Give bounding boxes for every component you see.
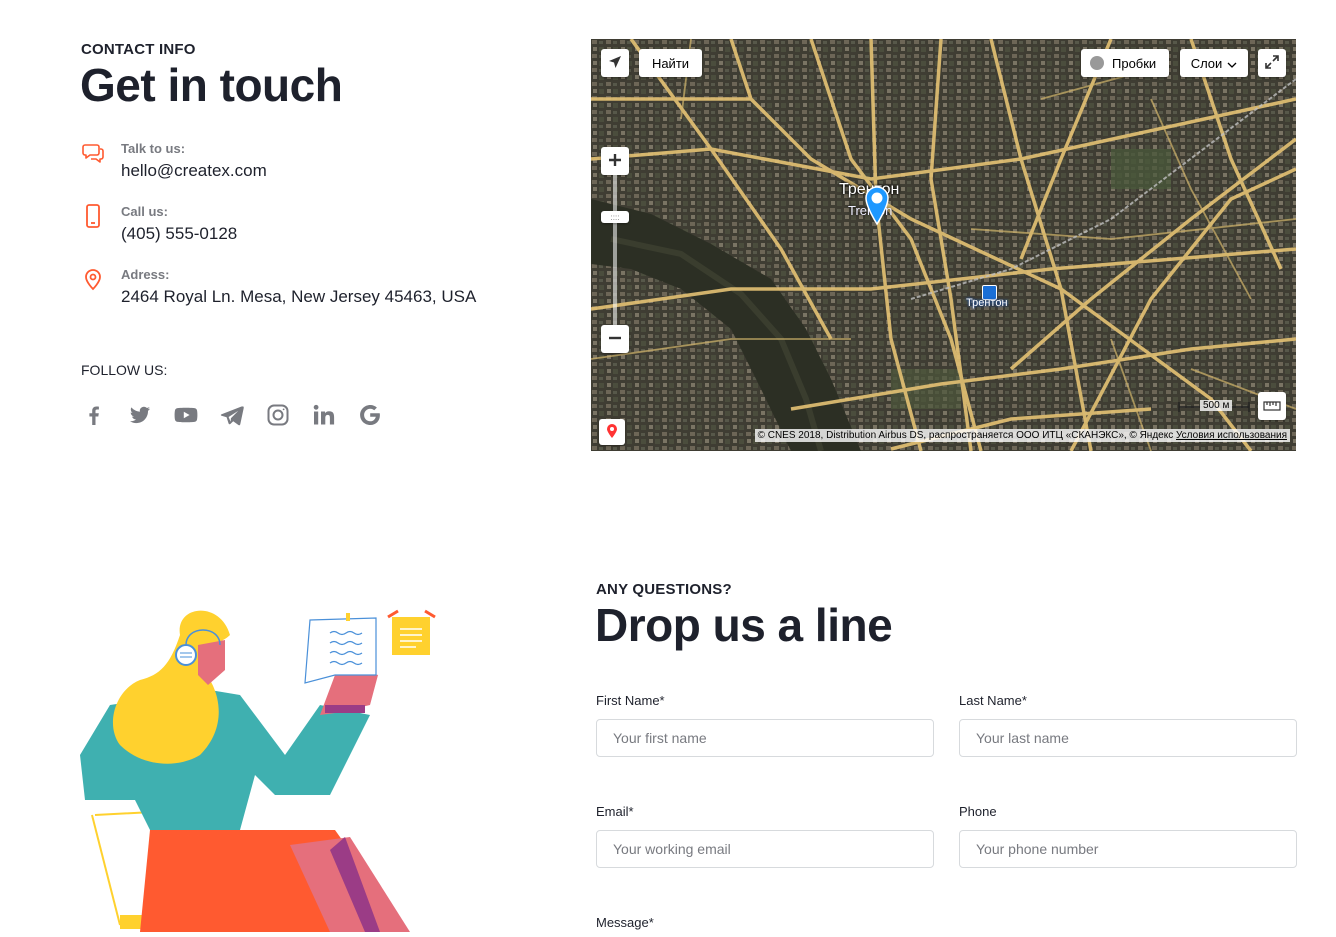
zoom-out-button[interactable] [601, 325, 629, 353]
map-scale: 500 м [1178, 399, 1250, 415]
email-link[interactable]: hello@createx.com [121, 161, 267, 181]
contact-label: Adress: [121, 267, 170, 282]
zoom-slider-track[interactable] [613, 175, 617, 325]
map-layers-button[interactable]: Слои [1180, 49, 1248, 77]
attribution-text: © CNES 2018, Distribution Airbus DS, рас… [757, 430, 1174, 441]
station-label: Трентон [966, 297, 1008, 309]
scale-label: 500 м [1200, 400, 1233, 411]
zoom-in-button[interactable] [601, 147, 629, 175]
plus-icon [608, 153, 622, 170]
first-name-input[interactable] [596, 719, 934, 757]
contact-label: Talk to us: [121, 141, 186, 156]
address-text: 2464 Royal Ln. Mesa, New Jersey 45463, U… [121, 287, 477, 306]
phone-icon [81, 204, 105, 228]
map-traffic-button[interactable]: Пробки [1081, 49, 1169, 77]
map-widget[interactable]: Найти Пробки Слои :::: Трентон Trenton [591, 39, 1296, 451]
last-name-label: Last Name* [959, 693, 1027, 708]
contact-title: Get in touch [80, 59, 343, 111]
fullscreen-button[interactable] [1258, 49, 1286, 77]
follow-us-label: FOLLOW US: [81, 362, 168, 378]
map-provider-logo[interactable] [599, 419, 625, 445]
traffic-icon [1090, 56, 1104, 70]
contact-item-address: Adress: 2464 Royal Ln. Mesa, New Jersey … [81, 267, 541, 313]
chat-icon [81, 141, 105, 165]
contact-label: Call us: [121, 204, 168, 219]
last-name-input[interactable] [959, 719, 1297, 757]
satellite-map[interactable] [591, 39, 1296, 451]
email-label: Email* [596, 804, 634, 819]
chevron-down-icon [1227, 56, 1237, 71]
layers-label: Слои [1190, 55, 1223, 71]
map-find-button[interactable]: Найти [639, 49, 702, 77]
contact-eyebrow: CONTACT INFO [81, 41, 196, 58]
arrow-navigation-icon [608, 55, 622, 72]
zoom-slider-handle[interactable]: :::: [601, 211, 629, 223]
pin-icon [606, 423, 618, 442]
ruler-button[interactable] [1258, 392, 1286, 420]
expand-icon [1265, 54, 1279, 72]
contact-item-phone: Call us: (405) 555-0128 [81, 204, 541, 250]
linkedin-icon[interactable] [311, 402, 337, 428]
phone-label: Phone [959, 804, 997, 819]
telegram-icon[interactable] [219, 402, 245, 428]
terms-link[interactable]: Условия использования [1176, 430, 1287, 441]
map-marker-icon[interactable] [864, 185, 890, 226]
map-attribution: © CNES 2018, Distribution Airbus DS, рас… [754, 429, 1290, 442]
woman-illustration [80, 605, 450, 933]
instagram-icon[interactable] [265, 402, 291, 428]
phone-input[interactable] [959, 830, 1297, 868]
grip-icon: :::: [610, 212, 620, 222]
google-icon[interactable] [357, 402, 383, 428]
ruler-icon [1263, 399, 1281, 414]
form-title: Drop us a line [595, 599, 893, 651]
traffic-label: Пробки [1112, 55, 1157, 71]
minus-icon [608, 331, 622, 348]
location-icon [81, 267, 105, 291]
youtube-icon[interactable] [173, 402, 199, 428]
facebook-icon[interactable] [81, 402, 107, 428]
form-eyebrow: ANY QUESTIONS? [596, 581, 732, 598]
twitter-icon[interactable] [127, 402, 153, 428]
phone-link[interactable]: (405) 555-0128 [121, 224, 237, 244]
first-name-label: First Name* [596, 693, 665, 708]
contact-item-email: Talk to us: hello@createx.com [81, 141, 541, 187]
message-label: Message* [596, 915, 654, 930]
email-input[interactable] [596, 830, 934, 868]
geolocation-button[interactable] [601, 49, 629, 77]
